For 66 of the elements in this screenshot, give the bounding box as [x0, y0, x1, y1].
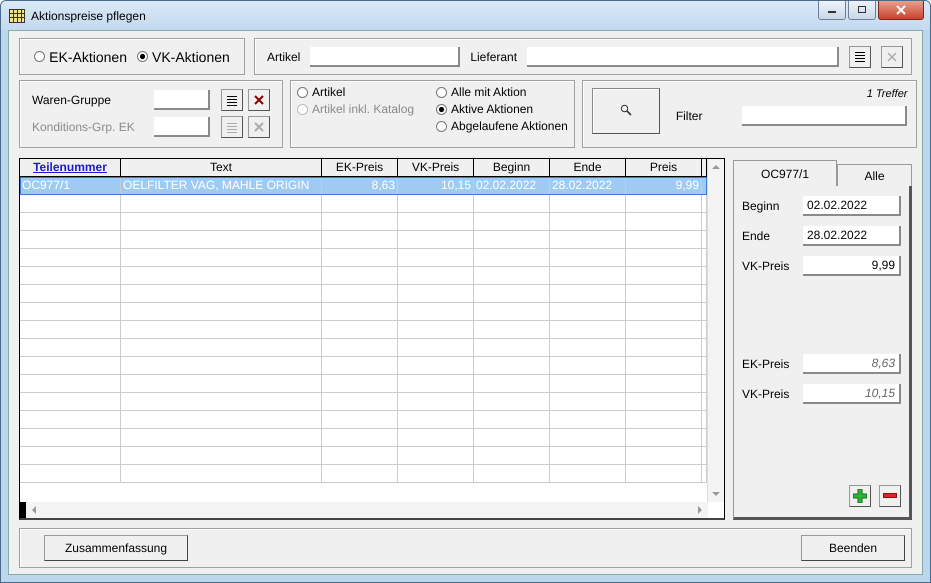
field-label: Artikel [267, 50, 300, 64]
field-label: Beginn [742, 199, 780, 213]
column-header[interactable]: Ende [550, 159, 626, 176]
field-label: Konditions-Grp. EK [32, 120, 136, 134]
clear-button[interactable] [248, 89, 270, 111]
close-window-button[interactable]: Beenden [801, 535, 905, 561]
search-icon [620, 104, 632, 116]
close-icon [895, 5, 907, 15]
plus-icon [853, 489, 867, 503]
table-cell: 02.02.2022 [474, 177, 550, 194]
clear-icon [253, 94, 266, 106]
detail-field[interactable]: 9,99 [803, 256, 901, 276]
field-label: Waren-Gruppe [32, 93, 112, 107]
field-label: Filter [676, 109, 702, 123]
horizontal-scrollbar[interactable] [20, 502, 708, 518]
search-button[interactable] [592, 88, 660, 134]
list-icon [226, 122, 238, 132]
column-header[interactable]: Text [121, 159, 322, 176]
list-button[interactable] [849, 46, 871, 68]
add-button[interactable] [849, 485, 871, 507]
field-label: Ende [742, 229, 770, 243]
scope-radio[interactable]: Artikel [297, 85, 414, 99]
vertical-scrollbar[interactable] [707, 159, 724, 502]
table-cell: 28.02.2022 [550, 177, 626, 194]
column-header[interactable]: Teilenummer [20, 159, 121, 176]
table-cell: 8,63 [322, 177, 398, 194]
list-button[interactable] [221, 89, 244, 111]
article-field[interactable] [310, 46, 460, 66]
status-radio[interactable]: Abgelaufene Aktionen [436, 119, 568, 133]
maximize-icon [857, 6, 867, 14]
group-field[interactable] [154, 90, 210, 110]
close-button[interactable] [878, 1, 924, 20]
tab[interactable]: OC977/1 [733, 160, 837, 186]
grid-icon [9, 8, 25, 22]
table-cell: 9,99 [626, 177, 702, 194]
supplier-field[interactable] [527, 46, 839, 66]
clear-icon [886, 50, 898, 62]
mode-radio[interactable]: VK-Aktionen [137, 48, 230, 64]
column-header[interactable]: Beginn [474, 159, 550, 176]
detail-field[interactable]: 02.02.2022 [803, 196, 901, 216]
summary-button[interactable]: Zusammenfassung [44, 535, 188, 561]
clear-icon [253, 121, 266, 133]
table-cell: OELFILTER VAG, MAHLE ORIGIN [121, 177, 322, 194]
remove-button[interactable] [879, 485, 901, 507]
status-radio[interactable]: Alle mit Aktion [436, 85, 568, 99]
minimize-button[interactable] [818, 1, 846, 20]
column-header[interactable]: Preis [626, 159, 702, 176]
column-header[interactable]: EK-Preis [322, 159, 398, 176]
field-label: VK-Preis [742, 259, 790, 273]
mode-radio[interactable]: EK-Aktionen [34, 48, 127, 64]
detail-field[interactable]: 28.02.2022 [803, 226, 901, 246]
window-title: Aktionspreise pflegen [31, 8, 146, 22]
maximize-button[interactable] [848, 1, 876, 20]
column-header[interactable]: VK-Preis [398, 159, 474, 176]
filter-field[interactable] [742, 106, 908, 126]
table-cell: OC977/1 [20, 177, 121, 194]
table-cell: 10,15 [398, 177, 474, 194]
result-count: 1 Treffer [866, 88, 908, 100]
list-icon [226, 94, 238, 106]
field-label: EK-Preis [742, 357, 790, 371]
list-icon [854, 51, 866, 62]
status-radio[interactable]: Aktive Aktionen [436, 102, 568, 116]
tab[interactable]: Alle [837, 164, 912, 186]
minus-icon [883, 493, 897, 499]
field-label: VK-Preis [742, 387, 790, 401]
field-label: Lieferant [470, 50, 518, 64]
